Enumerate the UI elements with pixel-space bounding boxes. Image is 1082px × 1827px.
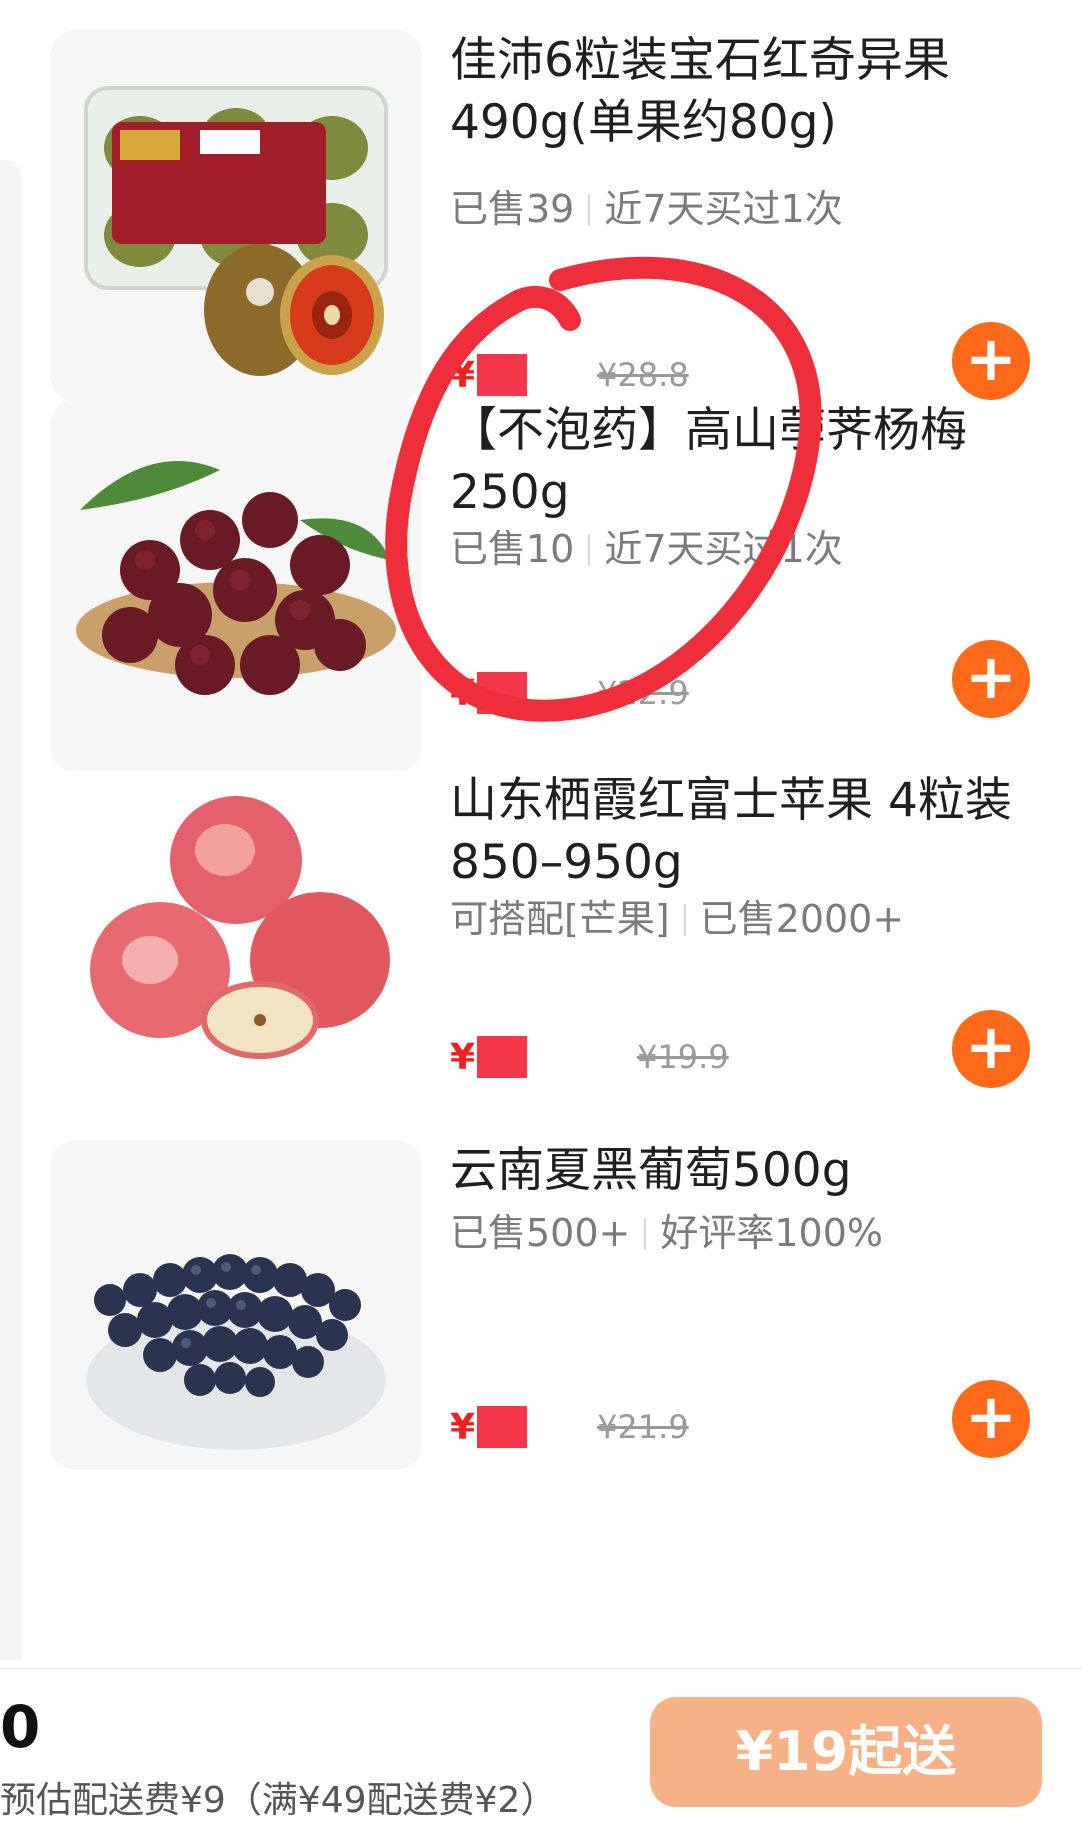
cart-amount: 0 <box>0 1693 41 1761</box>
grape-image <box>50 1140 422 1470</box>
product-card[interactable]: 佳沛6粒装宝石红奇异果490g(单果约80g) 已售39 近7天买过1次 ¥ ¥2… <box>50 30 1050 402</box>
divider <box>644 1218 647 1250</box>
divider <box>588 534 591 566</box>
cart-bar: 0 预估配送费¥9（满¥49配送费¥2） ¥19起送 <box>0 1668 1082 1827</box>
product-title[interactable]: 山东栖霞红富士苹果 4粒装850–950g <box>450 770 1050 894</box>
price-row: ¥ ¥21.9 <box>450 1402 689 1452</box>
rating: 好评率100% <box>660 1211 884 1255</box>
price-redacted-mask <box>477 1036 528 1078</box>
product-title[interactable]: 佳沛6粒装宝石红奇异果490g(单果约80g) <box>450 30 1050 154</box>
add-to-cart-button[interactable]: + <box>952 640 1030 718</box>
price-row: ¥ ¥19.9 <box>450 1032 729 1082</box>
price-symbol: ¥ <box>450 1406 476 1448</box>
price-row: ¥ ¥22.9 <box>450 668 689 718</box>
product-card[interactable]: 山东栖霞红富士苹果 4粒装850–950g 可搭配[芒果] 已售2000+ ¥ ¥… <box>50 770 1050 1142</box>
price-redacted-mask <box>477 672 528 714</box>
product-meta: 可搭配[芒果] 已售2000+ <box>450 888 904 943</box>
product-meta: 已售39 近7天买过1次 <box>450 178 843 233</box>
purchase-history: 近7天买过1次 <box>604 187 843 231</box>
category-sidebar-edge <box>0 160 22 1660</box>
price-symbol: ¥ <box>450 354 476 396</box>
add-to-cart-button[interactable]: + <box>952 1010 1030 1088</box>
pairing-tag: 可搭配[芒果] <box>450 897 670 941</box>
product-title[interactable]: 云南夏黑葡萄500g <box>450 1140 1050 1202</box>
product-meta: 已售10 近7天买过1次 <box>450 518 843 573</box>
price-symbol: ¥ <box>450 672 476 714</box>
divider <box>683 904 686 936</box>
price-row: ¥ ¥28.8 <box>450 350 689 400</box>
price-symbol: ¥ <box>450 1036 476 1078</box>
sales-count: 已售39 <box>450 187 575 231</box>
price-redacted-mask <box>477 1406 528 1448</box>
add-to-cart-button[interactable]: + <box>952 322 1030 400</box>
product-meta: 已售500+ 好评率100% <box>450 1202 883 1257</box>
sales-count: 已售10 <box>450 527 575 571</box>
purchase-history: 近7天买过1次 <box>604 527 843 571</box>
sales-count: 已售2000+ <box>699 897 905 941</box>
product-title[interactable]: 【不泡药】高山荸荠杨梅250g <box>450 400 1050 524</box>
checkout-button[interactable]: ¥19起送 <box>650 1697 1042 1807</box>
kiwi-box-image <box>50 30 422 402</box>
original-price: ¥21.9 <box>597 1408 689 1446</box>
product-card[interactable]: 【不泡药】高山荸荠杨梅250g 已售10 近7天买过1次 ¥ ¥22.9 + <box>50 400 1050 772</box>
bayberry-image <box>50 400 422 772</box>
original-price: ¥19.9 <box>637 1038 729 1076</box>
divider <box>588 194 591 226</box>
delivery-fee-note: 预估配送费¥9（满¥49配送费¥2） <box>0 1780 557 1821</box>
product-card[interactable]: 云南夏黑葡萄500g 已售500+ 好评率100% ¥ ¥21.9 + <box>50 1140 1050 1500</box>
price-redacted-mask <box>477 354 528 396</box>
sales-count: 已售500+ <box>450 1211 631 1255</box>
original-price: ¥28.8 <box>597 356 689 394</box>
apple-image <box>50 770 422 1142</box>
add-to-cart-button[interactable]: + <box>952 1380 1030 1458</box>
original-price: ¥22.9 <box>597 674 689 712</box>
